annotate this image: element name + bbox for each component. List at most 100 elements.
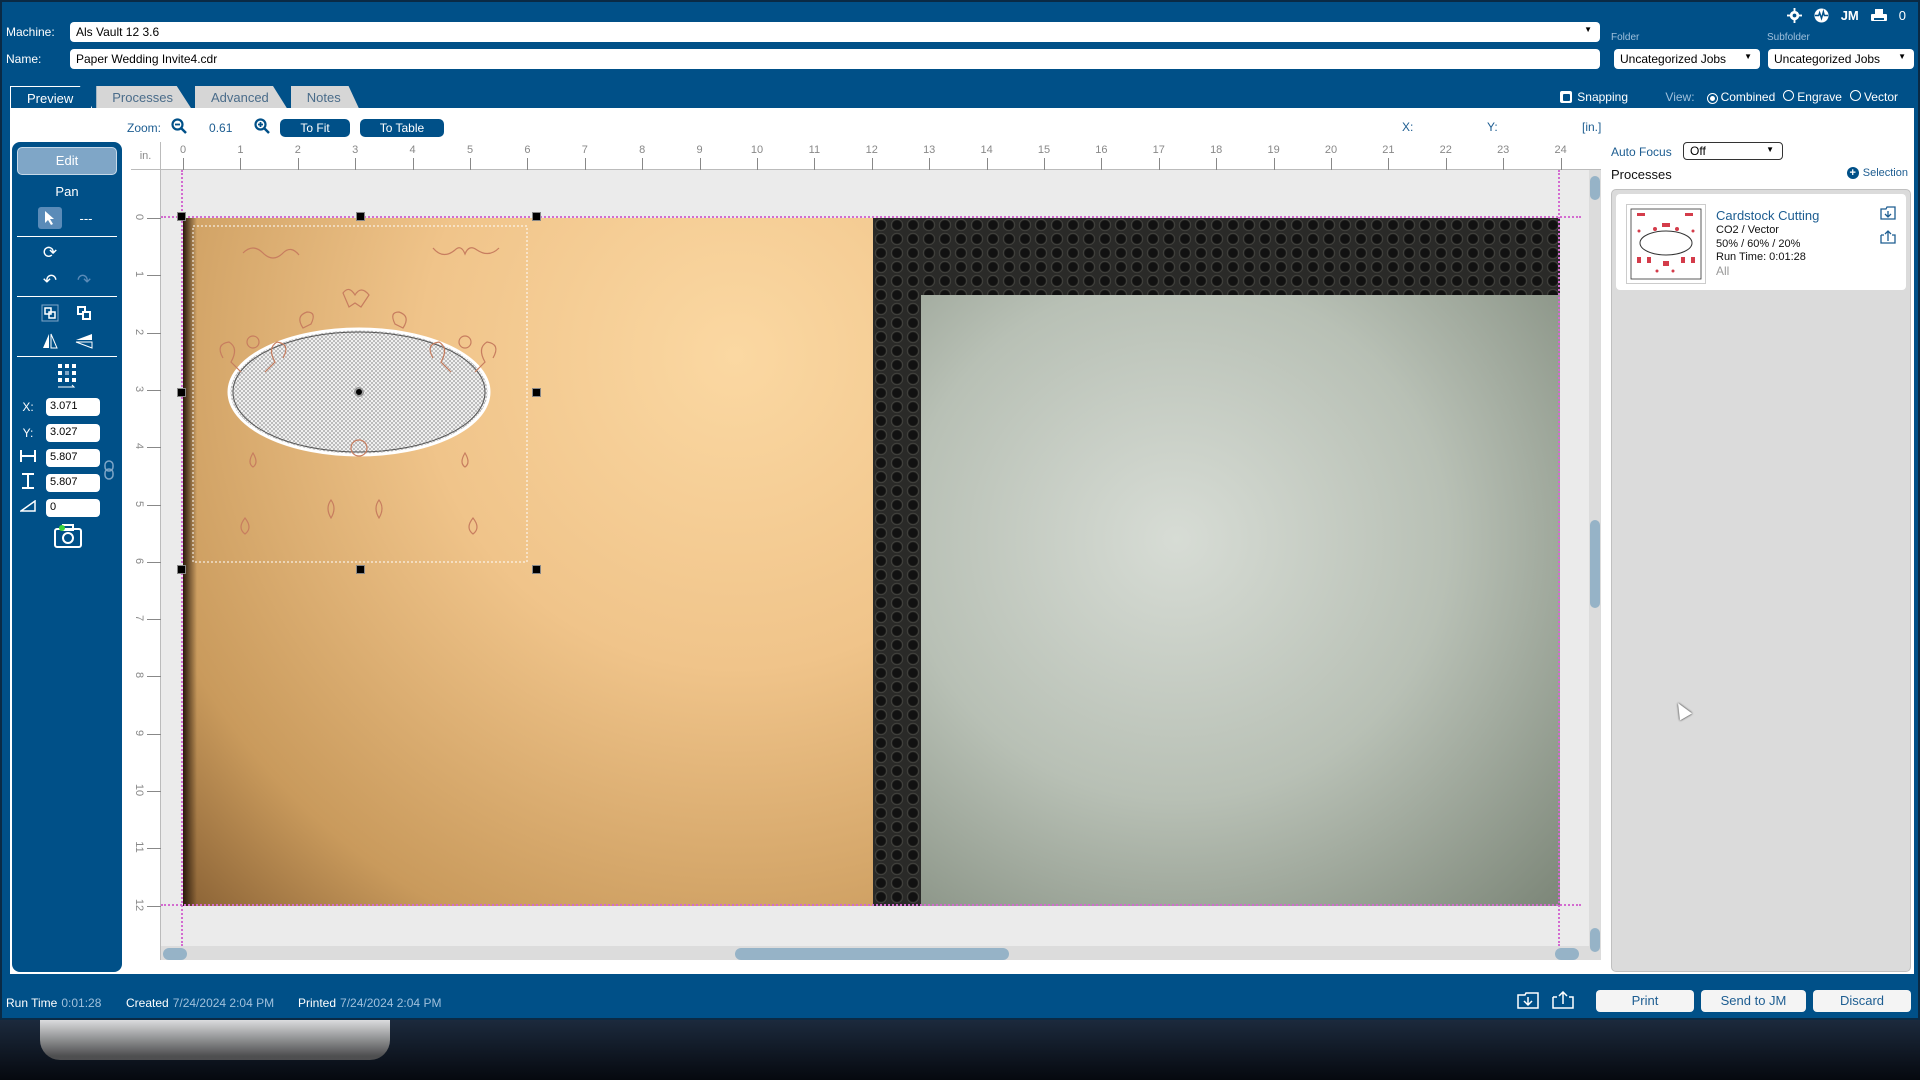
lock-aspect-link-icon[interactable] <box>104 460 114 485</box>
view-engrave-radio[interactable]: Engrave <box>1783 90 1842 104</box>
ruler-unit: in. <box>131 142 161 170</box>
pan-button[interactable]: Pan <box>12 184 122 199</box>
x-position-input[interactable]: 3.071 <box>46 398 100 416</box>
resize-handle-top-right[interactable] <box>532 212 541 221</box>
y-position-input[interactable]: 3.027 <box>46 424 100 442</box>
ruler-tick <box>584 158 586 170</box>
ungroup-icon[interactable] <box>72 302 96 324</box>
ruler-label: 4 <box>133 443 145 450</box>
printer-icon[interactable] <box>1870 8 1887 23</box>
resize-handle-left[interactable] <box>177 388 186 397</box>
export-folder-icon[interactable] <box>1880 230 1896 247</box>
view-combined-radio[interactable]: Combined <box>1706 90 1775 104</box>
divider <box>17 296 117 297</box>
folder-select[interactable]: Uncategorized Jobs ▼ <box>1614 49 1760 69</box>
flip-horizontal-icon[interactable] <box>38 330 62 352</box>
auto-focus-select[interactable]: Off ▼ <box>1683 142 1783 160</box>
scroll-right-button[interactable] <box>1555 948 1579 960</box>
to-fit-button[interactable]: To Fit <box>280 118 350 137</box>
snapping-checkbox[interactable] <box>1560 91 1573 103</box>
select-arrow-icon[interactable] <box>38 207 62 229</box>
machine-select[interactable]: Als Vault 12 3.6 ▼ <box>70 22 1600 42</box>
job-name-input[interactable]: Paper Wedding Invite4.cdr <box>70 49 1600 69</box>
ruler-label: 11 <box>133 841 145 853</box>
subfolder-select[interactable]: Uncategorized Jobs ▼ <box>1768 49 1914 69</box>
camera-icon[interactable] <box>54 524 82 553</box>
to-table-button[interactable]: To Table <box>359 118 445 137</box>
scroll-up-button[interactable] <box>1590 176 1600 200</box>
ruler-tick <box>147 619 161 621</box>
auto-focus-label: Auto Focus <box>1611 145 1672 159</box>
design-artwork[interactable] <box>183 218 543 578</box>
snapping-toggle[interactable]: Snapping <box>1560 90 1628 104</box>
units-label[interactable]: [in.] <box>1582 120 1601 134</box>
tab-advanced[interactable]: Advanced <box>194 86 287 108</box>
view-vector-radio[interactable]: Vector <box>1849 90 1898 104</box>
tab-preview[interactable]: Preview <box>10 86 93 108</box>
left-toolbar: Edit Pan --- ⟳ ↶ ↷ X: 3.071 Y: 3.027 5.8… <box>12 142 122 972</box>
ruler-tick <box>240 158 242 170</box>
flip-vertical-icon[interactable] <box>72 330 96 352</box>
ruler-tick <box>147 676 161 678</box>
process-settings: 50% / 60% / 20% <box>1716 238 1801 250</box>
width-input[interactable]: 5.807 <box>46 449 100 467</box>
group-icon[interactable] <box>38 302 62 324</box>
edit-button[interactable]: Edit <box>17 147 117 175</box>
ruler-label: 0 <box>179 144 187 156</box>
select-mode-dash[interactable]: --- <box>74 207 98 229</box>
job-name-value: Paper Wedding Invite4.cdr <box>76 52 218 66</box>
gear-icon[interactable] <box>1786 8 1802 23</box>
tab-notes[interactable]: Notes <box>290 86 359 108</box>
processes-heading: Processes <box>1611 167 1672 182</box>
resize-handle-right[interactable] <box>532 388 541 397</box>
height-input[interactable]: 5.807 <box>46 474 100 492</box>
chevron-down-icon: ▼ <box>1898 52 1906 61</box>
scroll-left-button[interactable] <box>163 948 187 960</box>
printed-status: Printed 7/24/2024 2:04 PM <box>298 996 442 1010</box>
ruler-tick <box>757 158 758 170</box>
send-to-jm-button[interactable]: Send to JM <box>1701 990 1806 1012</box>
horizontal-scroll-thumb[interactable] <box>735 948 1009 960</box>
tab-processes[interactable]: Processes <box>96 86 191 108</box>
scroll-down-button[interactable] <box>1590 928 1600 952</box>
redo-icon[interactable]: ↷ <box>72 270 96 292</box>
horizontal-scrollbar[interactable] <box>161 946 1589 960</box>
resize-handle-bottom-left[interactable] <box>177 565 186 574</box>
horizontal-ruler: 0 1 2 3 4 5 6 7 8 9 10 11 12 13 14 15 16 17 18 19 20 21 22 23 24 <box>161 142 1601 170</box>
refresh-icon[interactable]: ⟳ <box>38 242 62 264</box>
ruler-tick <box>699 158 701 170</box>
print-button[interactable]: Print <box>1596 990 1694 1012</box>
alignment-grid-icon[interactable] <box>55 362 79 392</box>
resize-handle-bottom[interactable] <box>356 565 365 574</box>
laser-bed-canvas[interactable] <box>161 170 1601 960</box>
import-job-icon[interactable] <box>1517 991 1539 1014</box>
resize-handle-top-left[interactable] <box>177 212 186 221</box>
zoom-out-icon[interactable] <box>171 118 187 137</box>
ruler-label: 5 <box>133 500 145 507</box>
export-job-icon[interactable] <box>1552 990 1574 1014</box>
add-selection-button[interactable]: + Selection <box>1846 167 1908 179</box>
angle-icon <box>17 499 39 515</box>
ruler-label: 3 <box>133 385 145 392</box>
divider <box>17 356 117 357</box>
import-folder-icon[interactable] <box>1880 206 1896 223</box>
resize-handle-bottom-right[interactable] <box>532 565 541 574</box>
process-card[interactable]: Cardstock Cutting CO2 / Vector 50% / 60%… <box>1616 194 1906 290</box>
zoom-in-icon[interactable] <box>254 118 271 137</box>
undo-icon[interactable]: ↶ <box>38 270 62 292</box>
rotation-input[interactable]: 0 <box>46 499 100 517</box>
resize-handle-top[interactable] <box>356 212 365 221</box>
jm-icon[interactable]: JM <box>1841 8 1859 23</box>
vertical-scrollbar[interactable] <box>1589 170 1601 960</box>
ruler-label: 2 <box>294 144 301 156</box>
vertical-scroll-thumb[interactable] <box>1590 520 1600 608</box>
discard-button[interactable]: Discard <box>1813 990 1911 1012</box>
name-label: Name: <box>6 52 42 66</box>
gray-sheet-material <box>921 295 1560 906</box>
ruler-label: 14 <box>980 144 993 156</box>
ruler-label: 23 <box>1497 144 1510 156</box>
process-type: CO2 / Vector <box>1716 224 1779 236</box>
ruler-label: 22 <box>1439 144 1452 156</box>
process-name[interactable]: Cardstock Cutting <box>1716 208 1819 223</box>
activity-icon[interactable] <box>1814 8 1829 23</box>
